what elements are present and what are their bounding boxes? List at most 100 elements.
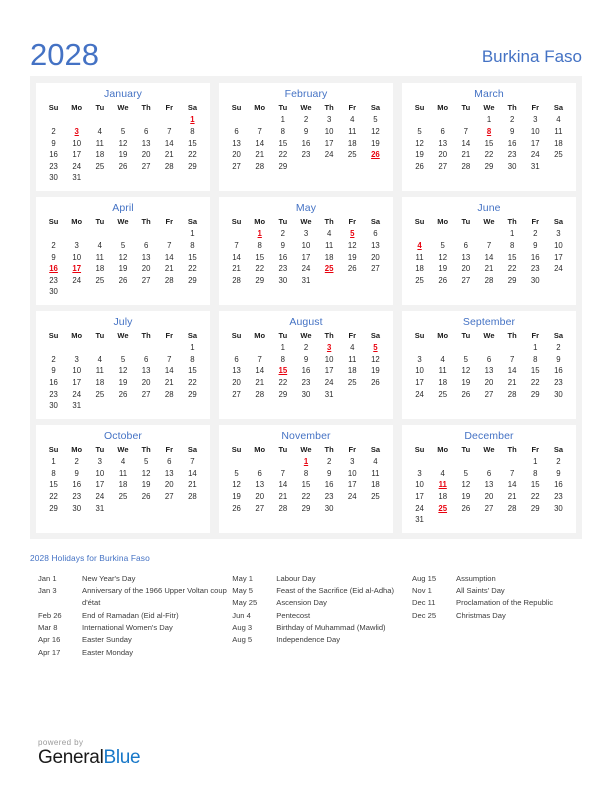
day-cell[interactable]: 11 xyxy=(88,366,111,378)
day-cell[interactable]: 1 xyxy=(42,456,65,468)
day-cell[interactable]: 1 xyxy=(501,228,524,240)
day-cell[interactable]: 5 xyxy=(111,240,134,252)
day-cell[interactable]: 3 xyxy=(341,456,364,468)
day-cell[interactable]: 27 xyxy=(225,389,248,401)
day-cell[interactable]: 20 xyxy=(248,491,271,503)
day-cell[interactable]: 15 xyxy=(181,138,204,150)
day-cell[interactable]: 16 xyxy=(65,480,88,492)
day-cell[interactable]: 9 xyxy=(42,366,65,378)
day-cell[interactable]: 14 xyxy=(158,138,181,150)
day-cell[interactable]: 5 xyxy=(454,468,477,480)
day-cell-holiday[interactable]: 3 xyxy=(318,342,341,354)
day-cell[interactable]: 11 xyxy=(111,468,134,480)
day-cell[interactable]: 22 xyxy=(248,263,271,275)
day-cell[interactable]: 14 xyxy=(248,366,271,378)
day-cell[interactable]: 19 xyxy=(364,366,387,378)
day-cell[interactable]: 4 xyxy=(431,468,454,480)
day-cell[interactable]: 28 xyxy=(501,389,524,401)
day-cell[interactable]: 12 xyxy=(341,240,364,252)
day-cell[interactable]: 30 xyxy=(271,275,294,287)
day-cell[interactable]: 17 xyxy=(294,252,317,264)
day-cell[interactable]: 6 xyxy=(135,126,158,138)
day-cell[interactable]: 18 xyxy=(341,138,364,150)
day-cell[interactable]: 22 xyxy=(294,491,317,503)
day-cell[interactable]: 8 xyxy=(501,240,524,252)
day-cell[interactable]: 27 xyxy=(135,275,158,287)
day-cell[interactable]: 13 xyxy=(248,480,271,492)
day-cell[interactable]: 13 xyxy=(158,468,181,480)
day-cell[interactable]: 12 xyxy=(431,252,454,264)
day-cell[interactable]: 25 xyxy=(431,389,454,401)
day-cell[interactable]: 6 xyxy=(135,240,158,252)
day-cell[interactable]: 8 xyxy=(181,240,204,252)
day-cell[interactable]: 31 xyxy=(88,503,111,515)
day-cell[interactable]: 17 xyxy=(318,138,341,150)
day-cell[interactable]: 5 xyxy=(225,468,248,480)
day-cell[interactable]: 2 xyxy=(42,240,65,252)
day-cell[interactable]: 22 xyxy=(271,149,294,161)
day-cell-holiday[interactable]: 17 xyxy=(65,263,88,275)
day-cell-holiday[interactable]: 26 xyxy=(364,149,387,161)
day-cell[interactable]: 23 xyxy=(42,389,65,401)
day-cell[interactable]: 19 xyxy=(364,138,387,150)
day-cell[interactable]: 15 xyxy=(42,480,65,492)
day-cell[interactable]: 10 xyxy=(65,138,88,150)
day-cell[interactable]: 19 xyxy=(111,377,134,389)
day-cell-holiday[interactable]: 1 xyxy=(248,228,271,240)
day-cell[interactable]: 26 xyxy=(341,263,364,275)
day-cell[interactable]: 1 xyxy=(477,115,500,127)
day-cell[interactable]: 22 xyxy=(524,377,547,389)
day-cell[interactable]: 12 xyxy=(111,366,134,378)
day-cell[interactable]: 22 xyxy=(477,149,500,161)
day-cell[interactable]: 26 xyxy=(431,275,454,287)
day-cell[interactable]: 24 xyxy=(65,275,88,287)
day-cell[interactable]: 29 xyxy=(248,275,271,287)
day-cell[interactable]: 3 xyxy=(408,468,431,480)
day-cell[interactable]: 18 xyxy=(88,149,111,161)
day-cell[interactable]: 23 xyxy=(318,491,341,503)
day-cell-holiday[interactable]: 4 xyxy=(408,240,431,252)
day-cell[interactable]: 3 xyxy=(294,228,317,240)
day-cell[interactable]: 9 xyxy=(294,354,317,366)
day-cell[interactable]: 11 xyxy=(318,240,341,252)
day-cell[interactable]: 11 xyxy=(408,252,431,264)
day-cell[interactable]: 16 xyxy=(501,138,524,150)
day-cell[interactable]: 22 xyxy=(181,377,204,389)
day-cell[interactable]: 27 xyxy=(364,263,387,275)
day-cell[interactable]: 19 xyxy=(111,263,134,275)
day-cell[interactable]: 20 xyxy=(158,480,181,492)
day-cell-holiday[interactable]: 5 xyxy=(341,228,364,240)
day-cell-holiday[interactable]: 11 xyxy=(431,480,454,492)
day-cell[interactable]: 26 xyxy=(111,161,134,173)
day-cell[interactable]: 20 xyxy=(431,149,454,161)
day-cell[interactable]: 19 xyxy=(135,480,158,492)
day-cell[interactable]: 30 xyxy=(42,286,65,298)
day-cell[interactable]: 19 xyxy=(454,377,477,389)
day-cell[interactable]: 22 xyxy=(181,149,204,161)
day-cell[interactable]: 2 xyxy=(547,456,570,468)
day-cell[interactable]: 10 xyxy=(408,366,431,378)
day-cell[interactable]: 30 xyxy=(294,389,317,401)
day-cell-holiday[interactable]: 25 xyxy=(318,263,341,275)
day-cell[interactable]: 4 xyxy=(341,115,364,127)
day-cell[interactable]: 16 xyxy=(524,252,547,264)
day-cell[interactable]: 17 xyxy=(341,480,364,492)
day-cell[interactable]: 8 xyxy=(248,240,271,252)
day-cell[interactable]: 13 xyxy=(364,240,387,252)
day-cell[interactable]: 15 xyxy=(524,480,547,492)
day-cell[interactable]: 10 xyxy=(341,468,364,480)
day-cell[interactable]: 29 xyxy=(501,275,524,287)
day-cell[interactable]: 19 xyxy=(225,491,248,503)
day-cell[interactable]: 15 xyxy=(248,252,271,264)
day-cell[interactable]: 17 xyxy=(65,377,88,389)
day-cell[interactable]: 29 xyxy=(524,503,547,515)
day-cell[interactable]: 22 xyxy=(524,491,547,503)
day-cell[interactable]: 19 xyxy=(431,263,454,275)
day-cell[interactable]: 9 xyxy=(318,468,341,480)
day-cell[interactable]: 13 xyxy=(135,252,158,264)
day-cell[interactable]: 21 xyxy=(248,149,271,161)
day-cell[interactable]: 24 xyxy=(65,161,88,173)
day-cell[interactable]: 8 xyxy=(294,468,317,480)
day-cell[interactable]: 21 xyxy=(477,263,500,275)
day-cell[interactable]: 31 xyxy=(65,172,88,184)
